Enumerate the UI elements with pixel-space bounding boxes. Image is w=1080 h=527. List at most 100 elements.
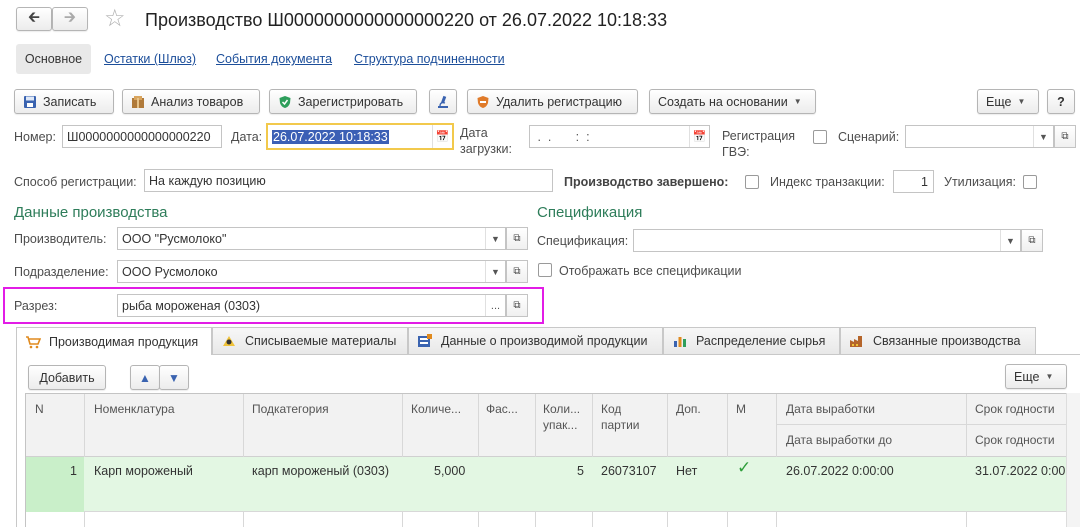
reg-method-value: На каждую позицию: [149, 173, 266, 188]
unregister-button[interactable]: Удалить регистрацию: [467, 89, 638, 114]
show-all-specs-label: Отображать все спецификации: [559, 264, 742, 278]
microscope-button[interactable]: [429, 89, 457, 114]
col-header-prod-date-to[interactable]: Дата выработки до: [786, 433, 892, 447]
col-header-nomenclature[interactable]: Номенклатура: [94, 402, 175, 416]
load-date-label-2: загрузки:: [460, 142, 512, 156]
calendar-icon[interactable]: 📅: [689, 126, 709, 147]
spec-open-button[interactable]: ⧉: [1021, 229, 1043, 252]
shield-check-icon: [278, 95, 292, 109]
tab-writeoff-materials[interactable]: Списываемые материалы: [212, 327, 408, 354]
window-title: Производство Ш0000000000000000220 от 26.…: [145, 10, 668, 30]
col-header-qty-pack-2[interactable]: упак...: [543, 418, 577, 432]
move-down-button[interactable]: ▼: [159, 365, 189, 390]
cut-field[interactable]: рыба мороженая (0303) ...: [117, 294, 506, 317]
nav-tab-events[interactable]: События документа: [216, 52, 332, 66]
tab-raw-distribution-label: Распределение сырья: [696, 334, 826, 348]
production-done-label: Производство завершено:: [564, 175, 729, 189]
open-square-icon: ⧉: [513, 300, 521, 311]
chevron-down-icon[interactable]: ▼: [1033, 126, 1053, 147]
reg-method-field[interactable]: На каждую позицию: [144, 169, 553, 192]
date-field[interactable]: 26.07.2022 10:18:33 📅: [266, 123, 454, 150]
chevron-down-icon: ▼: [1017, 97, 1026, 106]
cell-extra: Нет: [676, 464, 698, 478]
open-square-icon: ⧉: [513, 233, 521, 244]
chevron-down-icon[interactable]: ▼: [485, 261, 505, 282]
tab-produced-products[interactable]: Производимая продукция: [16, 327, 212, 355]
production-done-checkbox[interactable]: [745, 175, 759, 189]
move-up-button[interactable]: ▲: [130, 365, 160, 390]
cart-icon: [25, 335, 42, 349]
load-date-label-1: Дата: [460, 126, 488, 140]
producer-field[interactable]: ООО "Русмолоко" ▼: [117, 227, 506, 250]
col-header-prod-date[interactable]: Дата выработки: [786, 402, 875, 416]
create-based-on-button[interactable]: Создать на основании ▼: [649, 89, 816, 114]
tab-product-data[interactable]: Данные о производимой продукции: [408, 327, 663, 354]
scenario-field[interactable]: ▼: [905, 125, 1054, 148]
division-open-button[interactable]: ⧉: [506, 260, 528, 283]
checkmark-icon: ✓: [737, 458, 752, 477]
forward-button[interactable]: 🡲: [52, 7, 88, 31]
add-row-button[interactable]: Добавить: [28, 365, 106, 390]
chevron-down-icon[interactable]: ▼: [485, 228, 505, 249]
col-header-qty-pack-1[interactable]: Коли...: [543, 402, 580, 416]
register-button[interactable]: Зарегистрировать: [269, 89, 417, 114]
nav-tab-structure[interactable]: Структура подчиненности: [354, 52, 505, 66]
help-label: ?: [1057, 94, 1065, 109]
gve-checkbox[interactable]: [813, 130, 827, 144]
scenario-open-button[interactable]: ⧉: [1054, 125, 1076, 148]
col-header-subcategory[interactable]: Подкатегория: [252, 402, 329, 416]
col-header-extra[interactable]: Доп.: [676, 402, 701, 416]
more-button[interactable]: Еще ▼: [977, 89, 1039, 114]
number-field[interactable]: Ш0000000000000000220: [62, 125, 222, 148]
producer-open-button[interactable]: ⧉: [506, 227, 528, 250]
chevron-down-icon: ▼: [1045, 372, 1054, 381]
ellipsis-icon[interactable]: ...: [485, 295, 505, 316]
help-button[interactable]: ?: [1047, 89, 1075, 114]
nav-tab-balances[interactable]: Остатки (Шлюз): [104, 52, 196, 66]
tab-raw-distribution[interactable]: Распределение сырья: [663, 327, 840, 354]
col-header-quantity[interactable]: Количе...: [411, 402, 461, 416]
utilization-checkbox[interactable]: [1023, 175, 1037, 189]
save-button[interactable]: Записать: [14, 89, 114, 114]
scenario-label: Сценарий:: [838, 130, 900, 144]
nav-tab-main[interactable]: Основное: [16, 44, 91, 74]
calendar-icon[interactable]: 📅: [432, 125, 452, 148]
nav-tab-main-label: Основное: [24, 52, 83, 66]
division-field[interactable]: ООО Русмолоко ▼: [117, 260, 506, 283]
spec-field[interactable]: ▼: [633, 229, 1021, 252]
load-date-field[interactable]: . . : : 📅: [529, 125, 710, 148]
analyze-goods-button[interactable]: Анализ товаров: [122, 89, 260, 114]
col-header-batch-2[interactable]: партии: [601, 418, 639, 432]
header-subrow-divider: [776, 424, 1066, 425]
show-all-specs-checkbox[interactable]: [538, 263, 552, 277]
favorite-star-icon[interactable]: ☆: [104, 5, 126, 33]
back-button[interactable]: 🡰: [16, 7, 52, 31]
cut-value: рыба мороженая (0303): [122, 298, 261, 313]
cut-open-button[interactable]: ⧉: [506, 294, 528, 317]
create-based-on-label: Создать на основании: [658, 94, 788, 109]
col-header-expiry[interactable]: Срок годности: [975, 402, 1055, 416]
col-header-expiry-to[interactable]: Срок годности: [975, 433, 1055, 447]
table-more-button[interactable]: Еще ▼: [1005, 364, 1067, 389]
transaction-index-field[interactable]: 1: [893, 170, 934, 193]
cell-prod-date: 26.07.2022 0:00:00: [786, 464, 894, 478]
cell-batch: 26073107: [601, 464, 657, 478]
col-header-fas[interactable]: Фас...: [486, 402, 518, 416]
reg-method-label: Способ регистрации:: [14, 175, 137, 189]
division-value: ООО Русмолоко: [122, 264, 218, 279]
cell-n: 1: [70, 464, 77, 478]
cell-qty-pack: 5: [577, 464, 584, 478]
floppy-disk-icon: [23, 95, 37, 109]
utilization-label: Утилизация:: [944, 175, 1016, 189]
vertical-scrollbar[interactable]: [1066, 393, 1080, 527]
cell-expiry: 31.07.2022 0:00: [975, 464, 1066, 478]
number-label: Номер:: [14, 130, 56, 144]
chevron-down-icon[interactable]: ▼: [1000, 230, 1020, 251]
col-header-n[interactable]: N: [35, 402, 44, 416]
col-header-batch-1[interactable]: Код: [601, 402, 621, 416]
tab-linked-production-label: Связанные производства: [873, 334, 1021, 348]
tab-linked-production[interactable]: Связанные производства: [840, 327, 1036, 354]
col-header-m[interactable]: М: [736, 402, 746, 416]
arrow-left-icon: 🡰: [27, 8, 41, 26]
producer-label: Производитель:: [14, 232, 107, 246]
